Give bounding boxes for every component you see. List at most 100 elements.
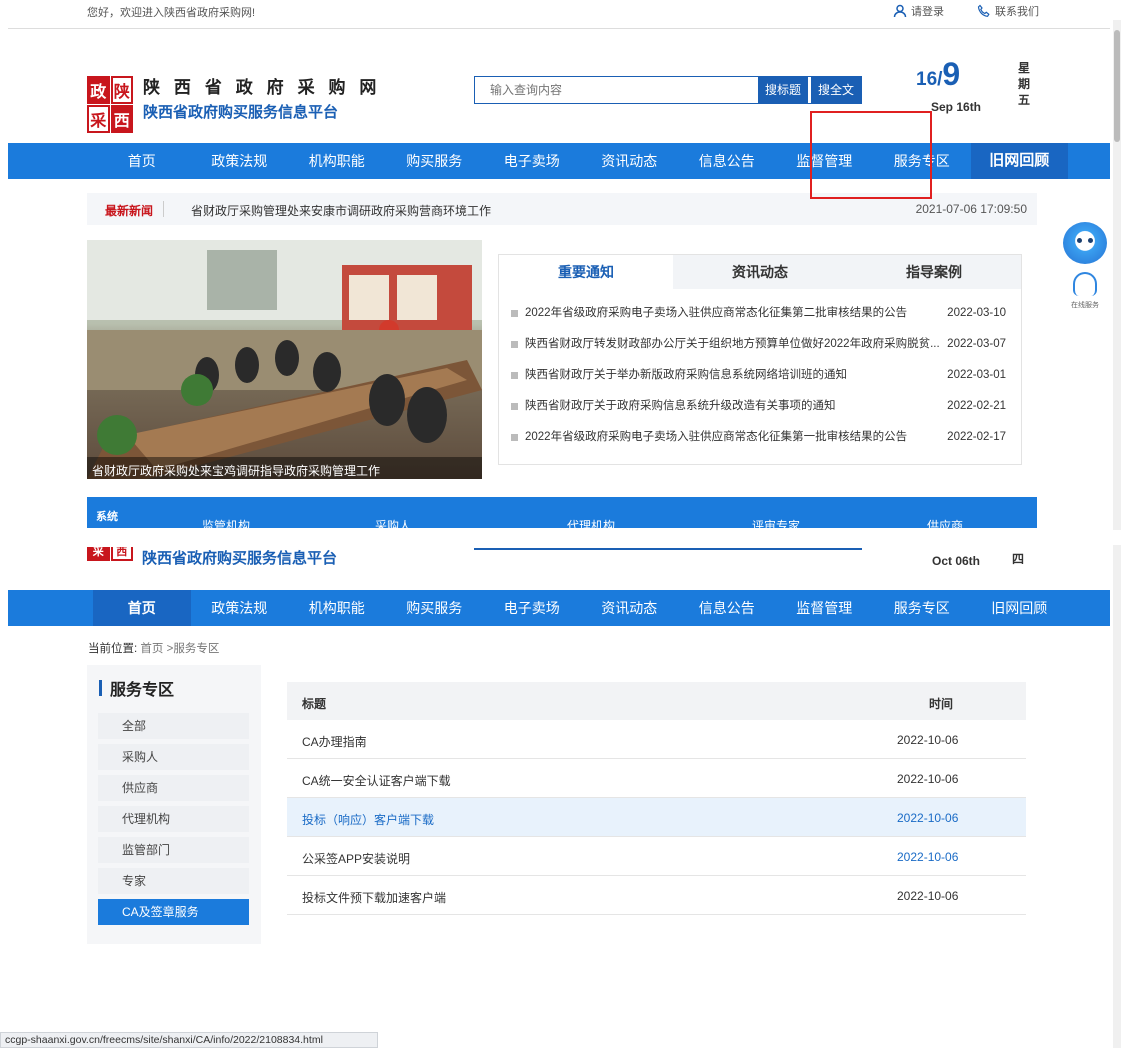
contact-label: 联系我们 [995,6,1039,18]
search-title-button[interactable]: 搜标题 [757,77,808,103]
header-time: 时间 [929,697,954,711]
site-subtitle: 陕西省政府购买服务信息平台 [143,103,339,121]
bullet-icon [511,310,518,317]
nav-e-mall[interactable]: 电子卖场 [483,590,581,626]
bullet-icon [511,341,518,348]
notice-list: 2022年省级政府采购电子卖场入驻供应商常态化征集第二批审核结果的公告 2022-… [499,289,1021,453]
list-item[interactable]: 陕西省财政厅关于举办新版政府采购信息系统网络培训班的通知 2022-03-01 [511,360,1006,391]
sidebar-item-supplier[interactable]: 供应商 [98,775,249,801]
category-sidebar: 服务专区 全部 采购人 供应商 代理机构 监管部门 专家 CA及签章服务 [87,665,261,944]
nav-e-mall[interactable]: 电子卖场 [483,143,581,179]
title-accent [99,680,102,696]
browser-status-url: ccgp-shaanxi.gov.cn/freecms/site/shanxi/… [0,1032,378,1048]
login-link[interactable]: 请登录 [893,3,944,19]
date-day: 16 [916,69,938,90]
main-nav-2: 首页 政策法规 机构职能 购买服务 电子卖场 资讯动态 信息公告 监督管理 服务… [8,590,1110,626]
nav-announcements[interactable]: 信息公告 [678,590,776,626]
news-separator [163,201,164,217]
online-service-label: 在线服务 [1071,302,1099,309]
site-logo[interactable]: 政 陕 采 西 陕 西 省 政 府 采 购 网 陕西省政府购买服务信息平台 [87,73,381,133]
content-list: 标题 时间 CA办理指南 2022-10-06 CA统一安全认证客户端下载 2022… [273,665,1037,1048]
sidebar-title: 服务专区 [110,682,175,699]
robot-icon [1063,222,1107,264]
table-header: 标题 时间 [287,682,1026,720]
table-row[interactable]: 投标文件预下载加速客户端 2022-10-06 [287,876,1026,915]
highlight-box [810,111,932,199]
nav-supervision[interactable]: 监督管理 [776,590,874,626]
meeting-photo-image [87,240,482,479]
weekday-text-2: 四 [1012,552,1025,566]
nav-institutions[interactable]: 机构职能 [288,143,386,179]
nav-news[interactable]: 资讯动态 [581,590,679,626]
headset-icon [1073,272,1097,296]
list-item[interactable]: 2022年省级政府采购电子卖场入驻供应商常态化征集第一批审核结果的公告 2022-… [511,422,1006,453]
sidebar-item-expert[interactable]: 专家 [98,868,249,894]
tab-news[interactable]: 资讯动态 [673,255,847,289]
contact-link[interactable]: 联系我们 [977,3,1039,19]
greeting-text: 您好，欢迎进入陕西省政府采购网! [87,7,256,19]
online-service-widget[interactable]: 在线服务 [1060,222,1110,312]
entry-agency[interactable]: 代理机构 [567,517,615,528]
notice-tabs: 重要通知 资讯动态 指导案例 [499,255,1021,289]
top-bar: 您好，欢迎进入陕西省政府采购网! 请登录 联系我们 [0,0,1121,20]
list-item[interactable]: 陕西省财政厅转发财政部办公厅关于组织地方预算单位做好2022年政府采购脱贫...… [511,329,1006,360]
second-header: 采西 陕西省政府购买服务信息平台 Oct 06th 四 [87,547,1037,568]
nav-institutions[interactable]: 机构职能 [288,590,386,626]
bullet-icon [511,434,518,441]
sidebar-item-all[interactable]: 全部 [98,713,249,739]
date-text: Sep 16th [931,100,982,114]
system-entry-band: 系统 监管机构 采购人 代理机构 评审专家 供应商 [87,497,1037,528]
search-fulltext-button[interactable]: 搜全文 [810,77,861,103]
site-title: 陕 西 省 政 府 采 购 网 [143,78,381,98]
user-icon [893,4,907,18]
weekday-text: 星期五 [1018,61,1031,107]
notice-panel: 重要通知 资讯动态 指导案例 2022年省级政府采购电子卖场入驻供应商常态化征集… [498,254,1022,465]
main-nav: 首页 政策法规 机构职能 购买服务 电子卖场 资讯动态 信息公告 监督管理 服务… [8,143,1110,179]
table-row[interactable]: 投标（响应）客户端下载 2022-10-06 [287,798,1026,837]
nav-old-site[interactable]: 旧网回顾 [970,143,1068,179]
bullet-icon [511,372,518,379]
breadcrumb-label: 当前位置: [88,643,138,655]
list-item[interactable]: 2022年省级政府采购电子卖场入驻供应商常态化征集第二批审核结果的公告 2022-… [511,298,1006,329]
phone-icon [977,4,990,17]
nav-policy[interactable]: 政策法规 [191,590,289,626]
nav-announcements[interactable]: 信息公告 [678,143,776,179]
nav-home[interactable]: 首页 [93,143,191,179]
nav-purchase-service[interactable]: 购买服务 [386,143,484,179]
nav-purchase-service[interactable]: 购买服务 [386,590,484,626]
news-link[interactable]: 省财政厅采购管理处来安康市调研政府采购营商环境工作 [191,202,491,219]
tab-important-notice[interactable]: 重要通知 [499,255,673,289]
date-month: 9 [942,56,961,92]
breadcrumb-path[interactable]: 首页 >服务专区 [140,643,219,655]
table-row[interactable]: CA办理指南 2022-10-06 [287,720,1026,759]
nav-news[interactable]: 资讯动态 [581,143,679,179]
nav-service-zone[interactable]: 服务专区 [873,590,971,626]
sidebar-item-regulator[interactable]: 监管部门 [98,837,249,863]
site-subtitle-2: 陕西省政府购买服务信息平台 [142,549,338,567]
sidebar-item-agency[interactable]: 代理机构 [98,806,249,832]
nav-home[interactable]: 首页 [93,590,191,626]
table-row[interactable]: CA统一安全认证客户端下载 2022-10-06 [287,759,1026,798]
sidebar-item-ca[interactable]: CA及签章服务 [98,899,249,925]
entry-purchaser[interactable]: 采购人 [375,517,411,528]
sidebar-item-purchaser[interactable]: 采购人 [98,744,249,770]
photo-caption: 省财政厅政府采购处来宝鸡调研指导政府采购管理工作 [87,457,482,479]
entry-regulator[interactable]: 监管机构 [202,517,250,528]
table-row[interactable]: 公采签APP安装说明 2022-10-06 [287,837,1026,876]
nav-policy[interactable]: 政策法规 [191,143,289,179]
list-item[interactable]: 陕西省财政厅关于政府采购信息系统升级改造有关事项的通知 2022-02-21 [511,391,1006,422]
search-input[interactable] [475,77,758,103]
entry-supplier[interactable]: 供应商 [927,517,963,528]
nav-old-site[interactable]: 旧网回顾 [971,590,1069,626]
entry-expert[interactable]: 评审专家 [752,517,800,528]
news-photo[interactable]: 省财政厅政府采购处来宝鸡调研指导政府采购管理工作 [87,240,482,479]
scrollbar-thumb[interactable] [1114,30,1120,142]
date-widget: 16/9 Sep 16th 星期五 [916,56,1031,114]
breadcrumb: 当前位置: 首页 >服务专区 [88,640,219,656]
news-tag: 最新新闻 [105,204,154,218]
search-box: 搜标题 搜全文 [474,76,862,104]
logo-seal: 政 陕 采 西 [87,75,133,133]
tab-guide-cases[interactable]: 指导案例 [847,255,1021,289]
header-title: 标题 [302,697,327,711]
top-divider [8,28,1110,29]
